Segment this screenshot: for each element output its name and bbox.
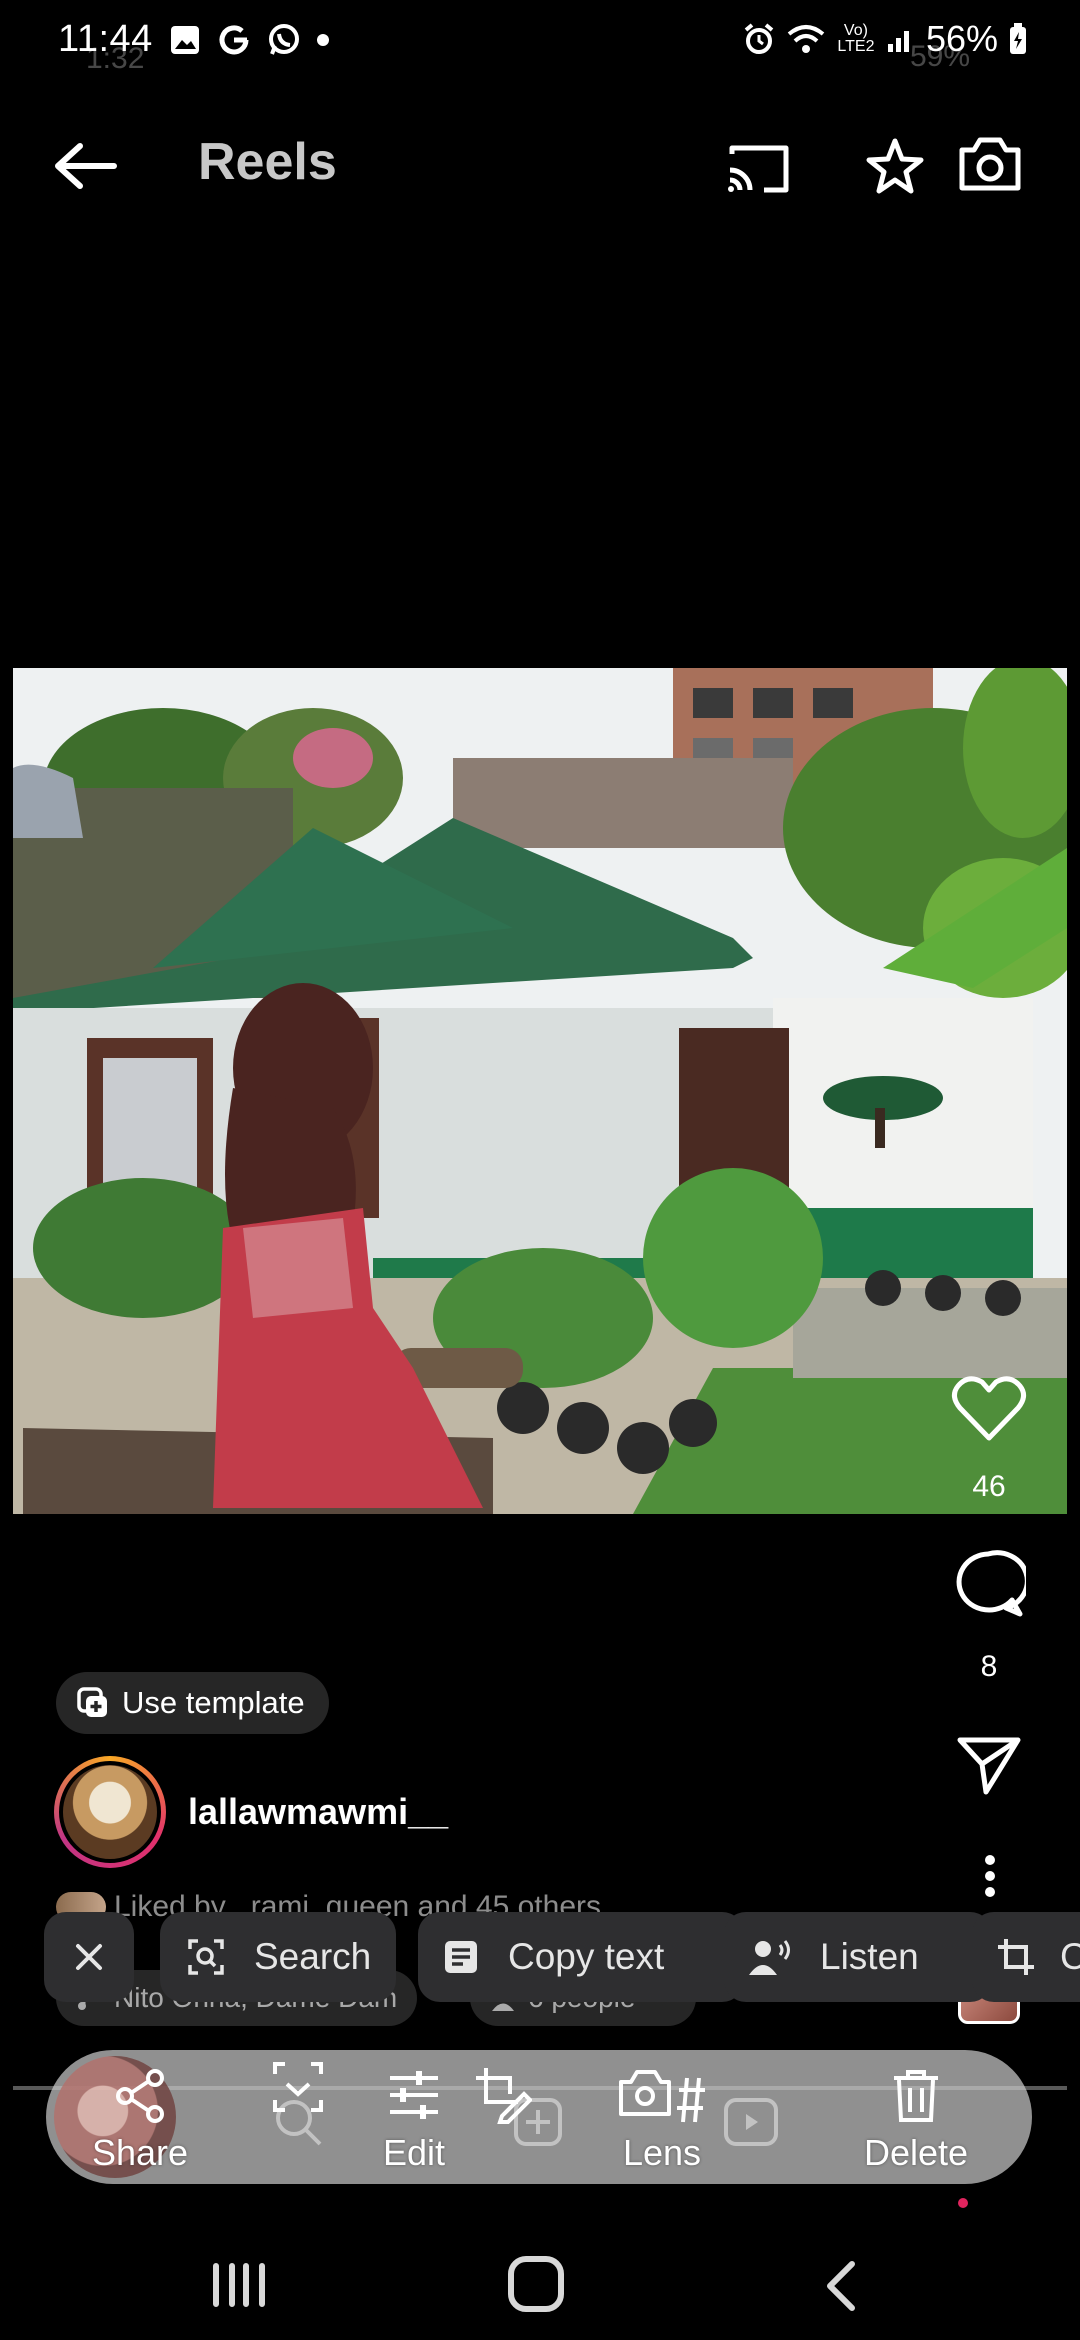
- heart-icon[interactable]: [950, 1372, 1028, 1444]
- send-icon[interactable]: [956, 1734, 1022, 1796]
- like-count: 46: [972, 1470, 1006, 1503]
- camera-icon[interactable]: [956, 132, 1024, 196]
- document-icon: [445, 1941, 477, 1973]
- more-options-icon[interactable]: [984, 1854, 996, 1898]
- page-title: Reels: [198, 133, 337, 191]
- username[interactable]: lallawmawmi__: [188, 1791, 448, 1833]
- wifi-icon: [787, 25, 825, 53]
- avatar[interactable]: [54, 1756, 166, 1868]
- gallery-icon: [171, 26, 199, 54]
- reel-photo[interactable]: [13, 668, 1067, 1514]
- crop-chip-button[interactable]: C: [972, 1912, 1080, 2002]
- battery-icon: [1010, 23, 1026, 54]
- delete-button[interactable]: Delete: [846, 2068, 986, 2184]
- bottom-toolbar: Share Edit Lens Delete: [46, 2050, 1032, 2184]
- google-icon: [219, 25, 249, 55]
- status-time: 11:44: [58, 18, 153, 60]
- scan-icon: [273, 2062, 323, 2112]
- recent-apps-icon[interactable]: [210, 2260, 268, 2310]
- listen-icon: [749, 1940, 790, 1975]
- use-template-label: Use template: [122, 1685, 305, 1720]
- whatsapp-icon: [269, 24, 299, 55]
- close-chip-button[interactable]: [44, 1912, 134, 2002]
- comment-icon[interactable]: [950, 1548, 1026, 1620]
- copy-text-chip-button[interactable]: Copy text: [418, 1912, 744, 2002]
- network-label: Vo) LTE2: [837, 22, 875, 55]
- delete-label: Delete: [863, 2132, 969, 2173]
- use-template-button[interactable]: Use template: [56, 1672, 329, 1734]
- post-author[interactable]: lallawmawmi__: [54, 1756, 448, 1868]
- garden-house-image: [13, 668, 1067, 1514]
- trash-icon: [894, 2070, 938, 2122]
- close-icon: [76, 1944, 102, 1970]
- alarm-icon: [744, 23, 774, 54]
- notification-dot: [958, 2198, 968, 2208]
- back-arrow-icon[interactable]: [50, 138, 120, 194]
- listen-chip-label: Listen: [820, 1936, 919, 1977]
- system-nav-bar: [0, 2220, 1080, 2340]
- lens-search-icon: [188, 1939, 224, 1975]
- search-chip-button[interactable]: Search: [160, 1912, 396, 2002]
- comment-count: 8: [980, 1650, 998, 1683]
- battery-percent: 56%: [925, 18, 998, 59]
- dot-icon: [317, 34, 329, 46]
- star-icon[interactable]: [864, 136, 926, 198]
- listen-chip-button[interactable]: Listen: [724, 1912, 992, 2002]
- selection-chips: Search Copy text Listen C: [44, 1912, 1080, 2002]
- draw-button[interactable]: [432, 2064, 572, 2180]
- share-label: Share: [91, 2132, 189, 2173]
- cast-icon[interactable]: [724, 140, 792, 196]
- search-chip-label: Search: [254, 1936, 372, 1977]
- share-icon: [116, 2069, 164, 2123]
- top-bar: Reels: [0, 110, 1080, 220]
- crop-icon: [998, 1939, 1034, 1975]
- lens-button[interactable]: Lens: [592, 2068, 732, 2184]
- status-bar: 1:32 11:44 59% Vo) LTE2 56%: [0, 0, 1080, 86]
- lens-label: Lens: [622, 2132, 702, 2173]
- share-button[interactable]: Share: [70, 2068, 210, 2184]
- copy-text-chip-label: Copy text: [508, 1936, 665, 1977]
- crop-chip-label: C: [1060, 1936, 1080, 1977]
- home-button[interactable]: [508, 2256, 564, 2312]
- nav-back-icon[interactable]: [822, 2260, 858, 2312]
- signal-icon: [887, 31, 909, 52]
- crop-draw-icon: [476, 2068, 532, 2124]
- template-icon: [77, 1687, 107, 1717]
- lens-icon: [619, 2070, 705, 2123]
